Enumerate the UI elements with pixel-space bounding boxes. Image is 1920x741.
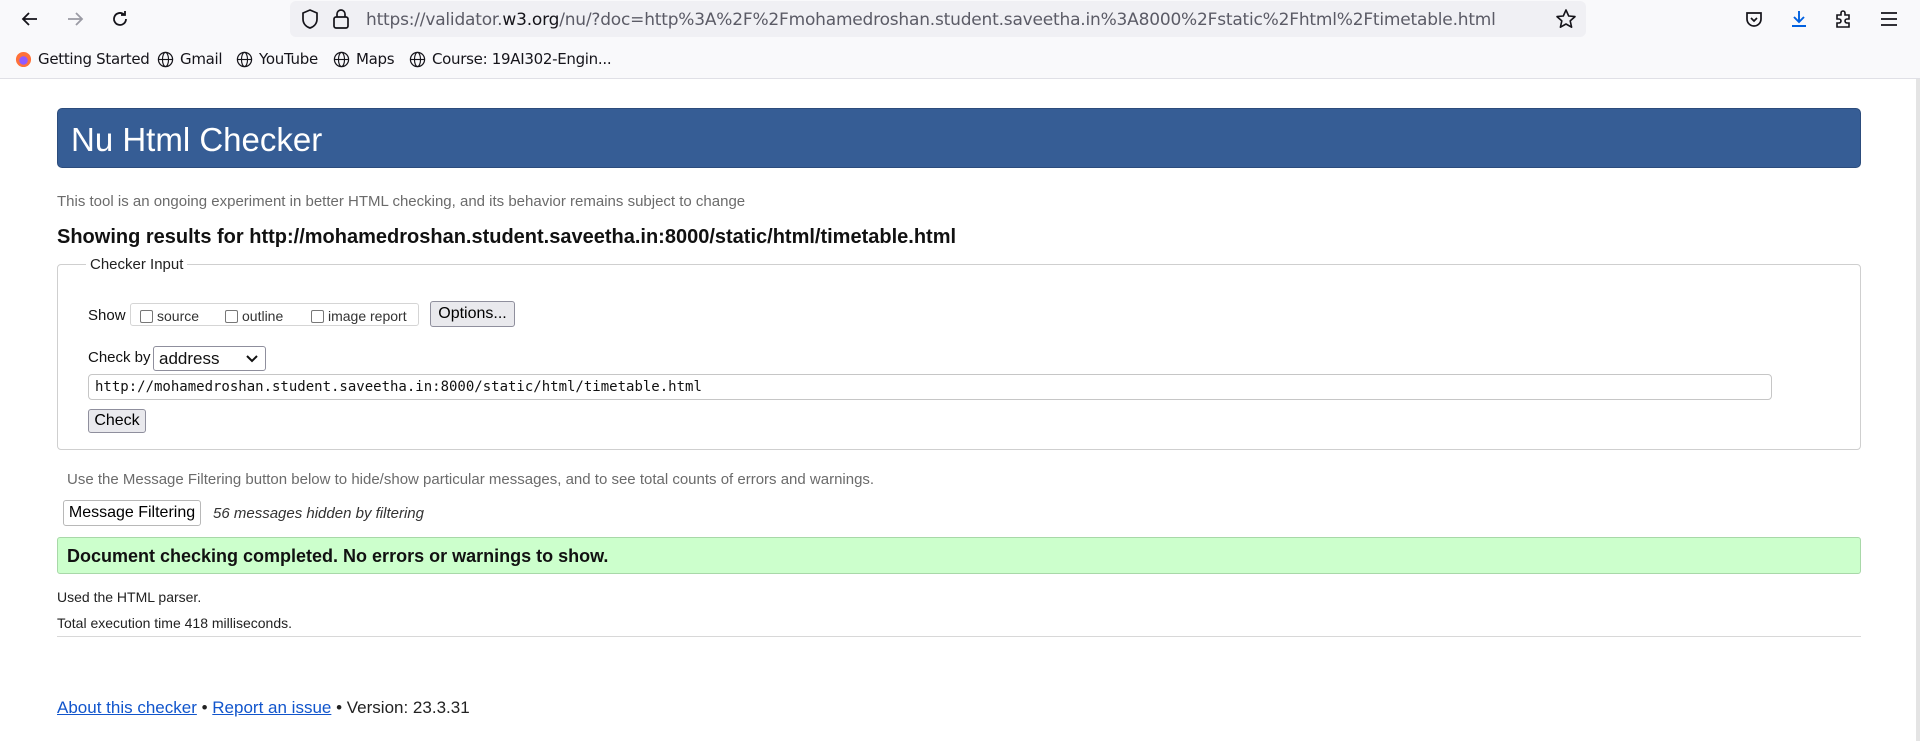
- address-bar[interactable]: https://validator.w3.org/nu/?doc=http%3A…: [290, 1, 1586, 37]
- checkbox-box[interactable]: [311, 309, 324, 323]
- results-heading: Showing results for http://mohamedroshan…: [57, 226, 957, 248]
- star-icon[interactable]: [1555, 8, 1577, 30]
- extensions-button[interactable]: [1830, 6, 1856, 32]
- reload-icon: [113, 11, 127, 26]
- pocket-icon: [1746, 12, 1762, 27]
- options-button[interactable]: Options...: [430, 301, 515, 327]
- show-source-checkbox[interactable]: source: [140, 308, 199, 324]
- version-text: Version: 23.3.31: [346, 698, 470, 717]
- footer-separator: •: [336, 698, 343, 717]
- globe-icon: [409, 51, 426, 67]
- filter-note: Use the Message Filtering button below t…: [67, 471, 875, 488]
- show-options-group: source outline image report: [130, 303, 419, 326]
- forward-button[interactable]: [61, 5, 89, 33]
- bookmark-youtube[interactable]: YouTube: [236, 50, 318, 68]
- about-checker-link[interactable]: About this checker: [57, 698, 197, 717]
- checker-input-fieldset: Checker Input Show source outline image …: [57, 256, 1861, 450]
- lock-icon[interactable]: [332, 8, 350, 30]
- footer-separator: •: [201, 698, 208, 717]
- success-message: Document checking completed. No errors o…: [67, 546, 609, 566]
- globe-icon: [333, 51, 350, 67]
- execution-time: Total execution time 418 milliseconds.: [57, 615, 293, 631]
- address-input[interactable]: http://mohamedroshan.student.saveetha.in…: [88, 374, 1772, 400]
- check-button[interactable]: Check: [88, 409, 146, 433]
- hamburger-menu-icon: [1881, 12, 1897, 26]
- pocket-button[interactable]: [1741, 6, 1767, 32]
- arrow-left-icon: [21, 12, 37, 26]
- bookmarks-toolbar: Getting Started Gmail YouTube Maps Cours…: [0, 38, 1920, 79]
- globe-icon: [236, 51, 253, 67]
- bookmark-maps[interactable]: Maps: [333, 50, 395, 68]
- arrow-right-icon: [68, 12, 84, 26]
- shield-icon[interactable]: [300, 8, 320, 30]
- show-image-report-checkbox[interactable]: image report: [311, 308, 407, 324]
- bookmark-gmail[interactable]: Gmail: [157, 50, 223, 68]
- check-details: Used the HTML parser. Total execution ti…: [57, 584, 292, 636]
- page-scrollbar[interactable]: [1916, 79, 1920, 741]
- intro-text: This tool is an ongoing experiment in be…: [57, 193, 746, 210]
- divider: [57, 636, 1861, 637]
- show-label: Show: [88, 307, 126, 324]
- bookmark-getting-started[interactable]: Getting Started: [15, 50, 150, 68]
- bookmark-course[interactable]: Course: 19AI302-Engin...: [409, 50, 612, 68]
- download-icon: [1792, 11, 1806, 27]
- globe-icon: [157, 51, 174, 67]
- message-filtering-button[interactable]: Message Filtering: [63, 500, 201, 526]
- success-banner: Document checking completed. No errors o…: [57, 537, 1861, 574]
- page-header: Nu Html Checker: [57, 108, 1861, 168]
- checkbox-box[interactable]: [140, 309, 153, 323]
- url-text: https://validator.w3.org/nu/?doc=http%3A…: [366, 10, 1496, 30]
- firefox-icon: [15, 51, 32, 67]
- hidden-messages-count: 56 messages hidden by filtering: [213, 505, 424, 522]
- footer: About this checker • Report an issue • V…: [57, 698, 470, 718]
- reload-button[interactable]: [106, 5, 134, 33]
- parser-note: Used the HTML parser.: [57, 589, 202, 605]
- downloads-button[interactable]: [1786, 6, 1812, 32]
- check-by-select[interactable]: address: [153, 346, 266, 371]
- report-issue-link[interactable]: Report an issue: [212, 698, 331, 717]
- back-button[interactable]: [16, 5, 44, 33]
- puzzle-icon: [1836, 10, 1850, 28]
- checker-input-legend: Checker Input: [86, 256, 188, 273]
- app-menu-button[interactable]: [1876, 6, 1902, 32]
- check-by-label: Check by: [88, 349, 151, 366]
- show-outline-checkbox[interactable]: outline: [225, 308, 283, 324]
- browser-toolbar: https://validator.w3.org/nu/?doc=http%3A…: [0, 0, 1920, 38]
- checkbox-box[interactable]: [225, 309, 238, 323]
- page-title: Nu Html Checker: [71, 121, 323, 158]
- chevron-down-icon: [246, 355, 258, 363]
